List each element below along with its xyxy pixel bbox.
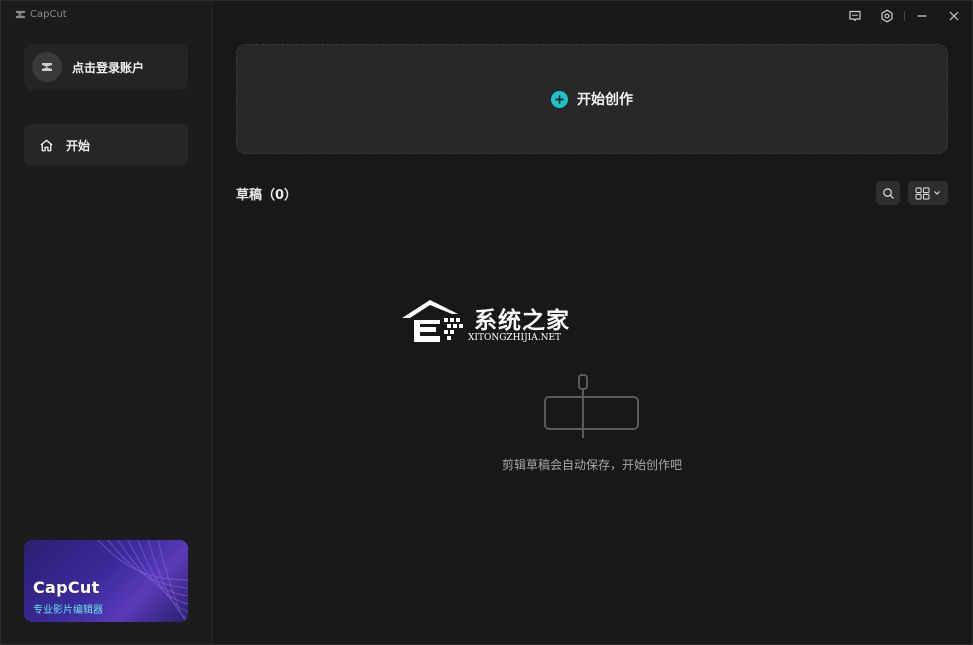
capcut-logo-icon xyxy=(15,10,26,19)
promo-title: CapCut xyxy=(33,578,100,597)
start-creating-button[interactable]: 开始创作 xyxy=(236,44,948,154)
login-label: 点击登录账户 xyxy=(72,60,145,75)
sidebar-item-start[interactable]: 开始 xyxy=(24,124,188,166)
drafts-heading: 草稿（0） xyxy=(236,188,298,203)
close-icon xyxy=(949,11,959,21)
sidebar-item-label: 开始 xyxy=(66,138,91,153)
feedback-icon xyxy=(849,10,861,22)
brand-name: CapCut xyxy=(30,9,67,20)
capcut-avatar-icon xyxy=(42,63,52,71)
app-brand: CapCut xyxy=(15,9,67,20)
settings-button[interactable] xyxy=(877,6,897,26)
plus-icon xyxy=(551,90,568,108)
view-mode-dropdown[interactable] xyxy=(908,181,948,205)
watermark-subtitle: XITONGZHIJIA.NET xyxy=(468,333,562,343)
home-icon xyxy=(40,139,53,151)
minimize-icon xyxy=(917,15,927,17)
titlebar-divider xyxy=(904,11,905,21)
grid-view-icon xyxy=(915,186,930,200)
minimize-button[interactable] xyxy=(912,6,932,26)
search-drafts-button[interactable] xyxy=(876,181,900,205)
promo-banner[interactable]: CapCut 专业影片编辑器 xyxy=(24,540,188,622)
feedback-button[interactable] xyxy=(845,6,865,26)
chevron-down-icon xyxy=(934,191,940,195)
close-button[interactable] xyxy=(944,6,964,26)
sidebar: CapCut 点击登录账户 开始 CapCut 专业影片编辑器 xyxy=(0,0,213,645)
avatar xyxy=(32,52,62,82)
watermark-title: 系统之家 xyxy=(474,308,570,334)
watermark: 系统之家 XITONGZHIJIA.NET xyxy=(400,296,580,348)
watermark-house-logo xyxy=(402,300,463,342)
start-creating-label: 开始创作 xyxy=(577,92,633,108)
empty-drafts-message: 剪辑草稿会自动保存，开始创作吧 xyxy=(501,458,682,472)
settings-icon xyxy=(881,9,893,23)
promo-subtitle: 专业影片编辑器 xyxy=(33,605,103,616)
search-icon xyxy=(882,187,894,199)
login-button[interactable]: 点击登录账户 xyxy=(24,44,188,90)
empty-drafts-illustration xyxy=(544,374,639,438)
